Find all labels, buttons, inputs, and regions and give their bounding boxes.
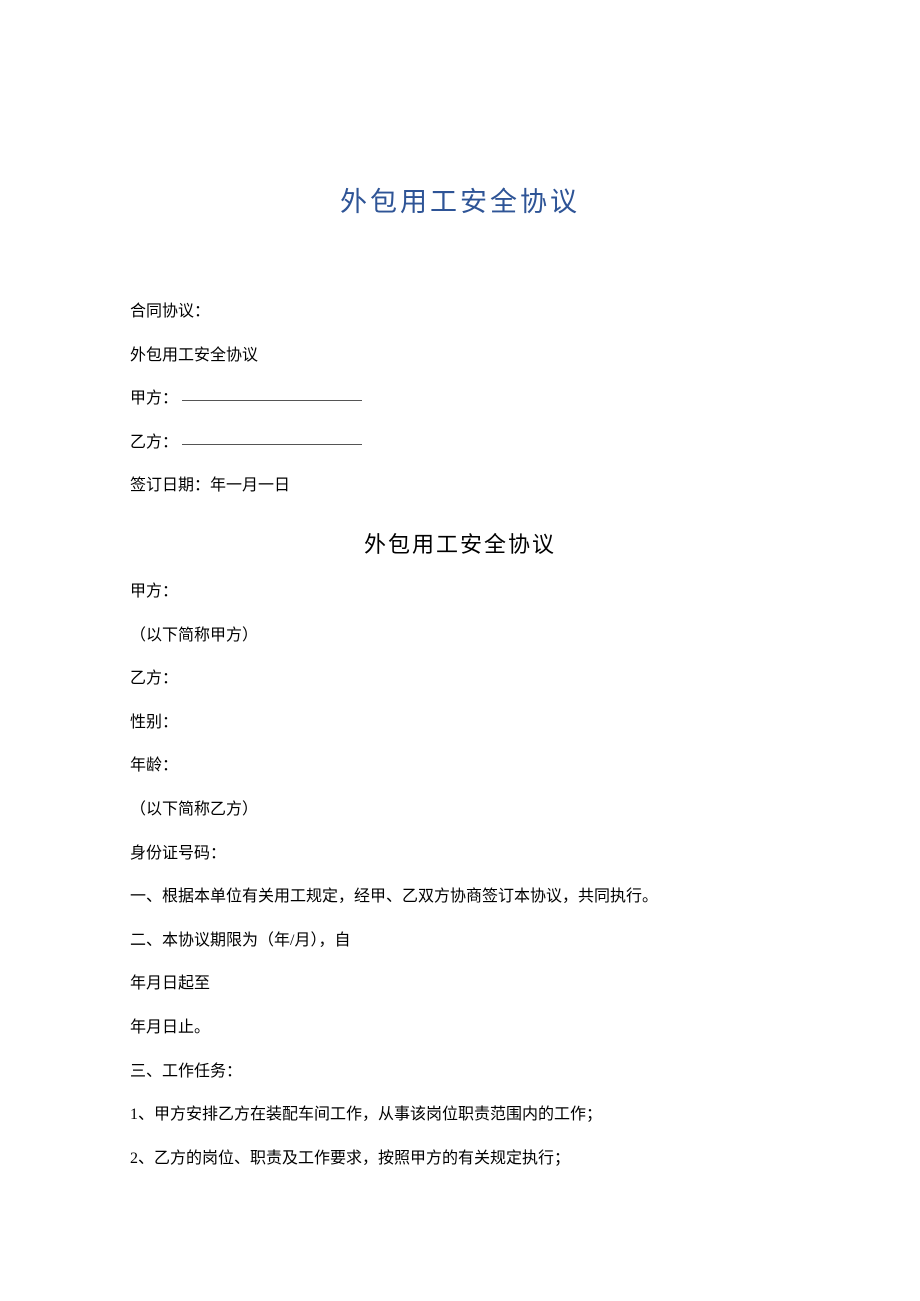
main-title: 外包用工安全协议 [130,180,790,219]
party-a-label: 甲方： [130,579,790,605]
party-a-header-label: 甲方： [130,390,178,407]
party-a-header-field: 甲方： [130,386,790,412]
party-b-header-field: 乙方： [130,430,790,456]
clause-3-1: 1、甲方安排乙方在装配车间工作，从事该岗位职责范围内的工作； [130,1102,790,1128]
party-a-blank [182,387,362,401]
contract-label: 合同协议： [130,299,790,325]
party-b-blank [182,431,362,445]
clause-3: 三、工作任务： [130,1059,790,1085]
party-a-note: （以下简称甲方） [130,623,790,649]
contract-name: 外包用工安全协议 [130,343,790,369]
clause-3-2: 2、乙方的岗位、职责及工作要求，按照甲方的有关规定执行； [130,1146,790,1172]
sub-title: 外包用工安全协议 [130,527,790,559]
clause-2-end: 年月日止。 [130,1015,790,1041]
clause-1: 一、根据本单位有关用工规定，经甲、乙双方协商签订本协议，共同执行。 [130,884,790,910]
id-label: 身份证号码： [130,841,790,867]
party-b-note: （以下简称乙方） [130,797,790,823]
gender-label: 性别： [130,710,790,736]
party-b-label: 乙方： [130,666,790,692]
party-b-header-label: 乙方： [130,434,178,451]
document-page: 外包用工安全协议 合同协议： 外包用工安全协议 甲方： 乙方： 签订日期：年一月… [0,0,920,1289]
age-label: 年龄： [130,753,790,779]
clause-2: 二、本协议期限为（年/月），自 [130,928,790,954]
sign-date: 签订日期：年一月一日 [130,473,790,499]
clause-2-start: 年月日起至 [130,971,790,997]
